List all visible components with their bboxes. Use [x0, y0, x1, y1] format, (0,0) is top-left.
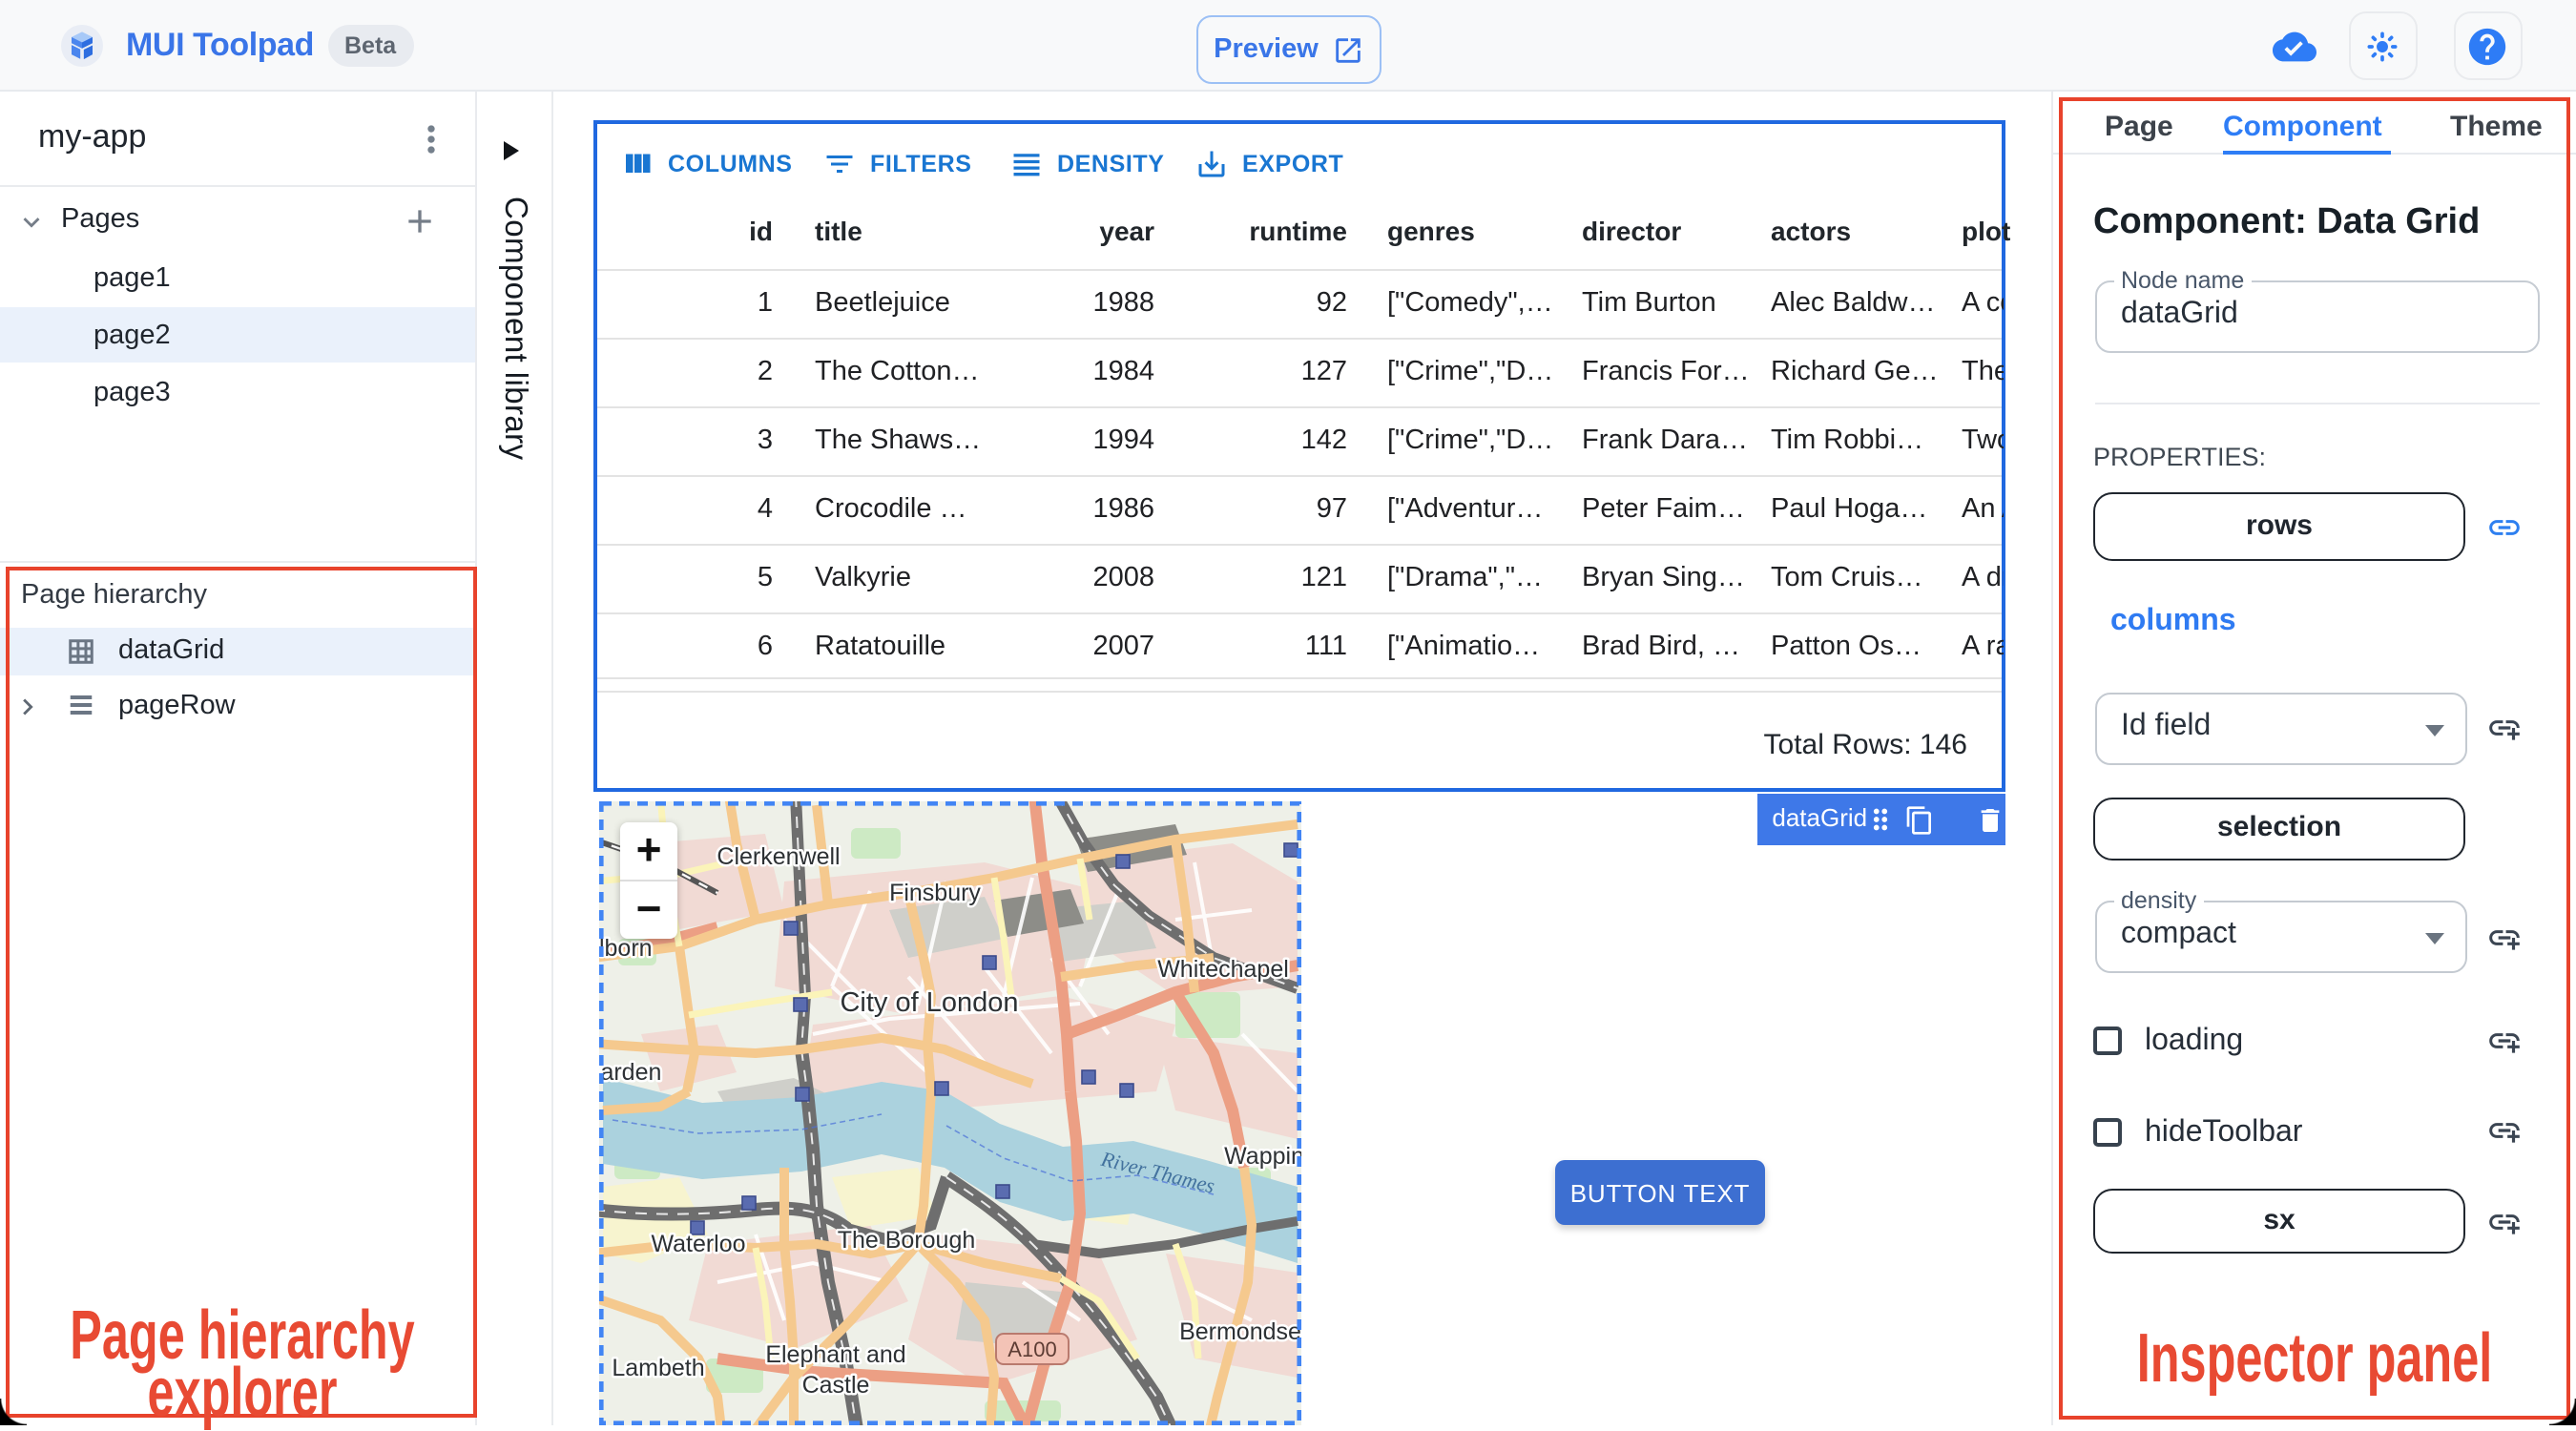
svg-text:Wapping: Wapping: [1224, 1143, 1301, 1170]
svg-text:Holborn: Holborn: [599, 935, 653, 962]
svg-text:Finsbury: Finsbury: [889, 880, 981, 906]
svg-text:Clerkenwell: Clerkenwell: [717, 843, 840, 870]
svg-text:The Borough: The Borough: [838, 1227, 976, 1254]
svg-text:City of London: City of London: [840, 987, 1018, 1018]
svg-text:Castle: Castle: [802, 1372, 870, 1399]
svg-text:Elephant and: Elephant and: [765, 1341, 905, 1368]
svg-text:Lambeth: Lambeth: [612, 1355, 704, 1381]
svg-text:Whitechapel: Whitechapel: [1157, 956, 1289, 983]
svg-text:Bermondse: Bermondse: [1179, 1318, 1301, 1345]
svg-text:Garden: Garden: [599, 1059, 661, 1086]
svg-text:Waterloo: Waterloo: [651, 1231, 745, 1257]
svg-text:A100: A100: [1008, 1338, 1056, 1361]
